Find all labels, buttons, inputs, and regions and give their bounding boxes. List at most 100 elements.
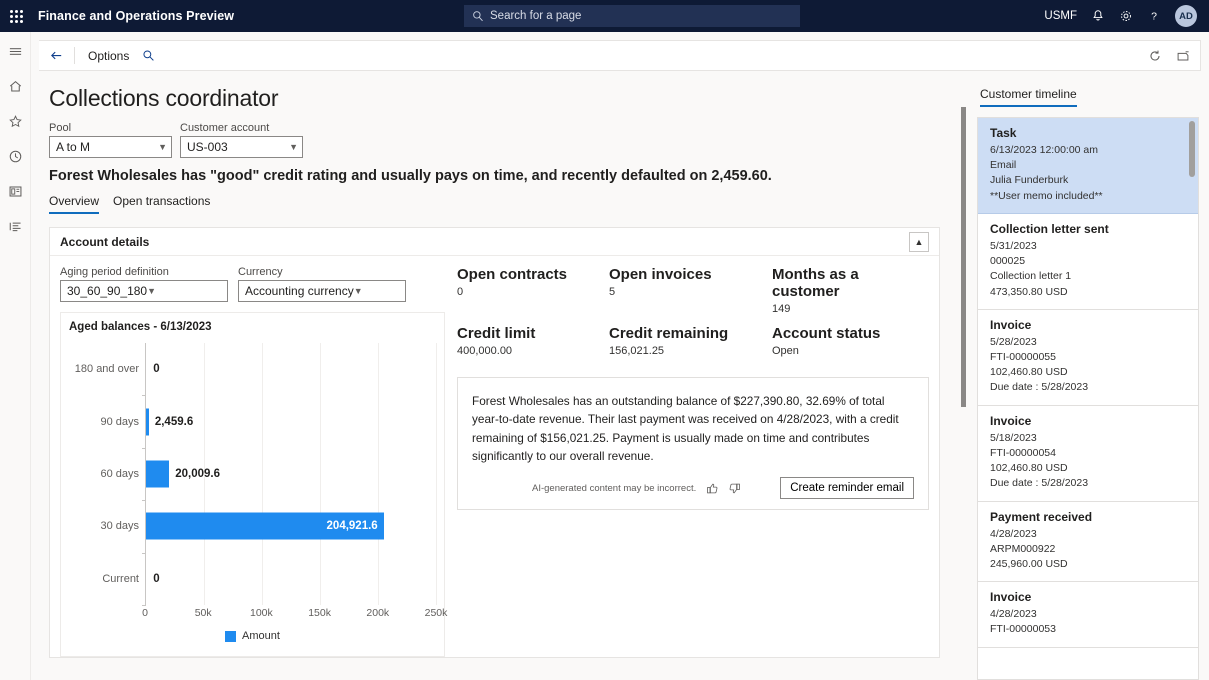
modules-icon[interactable] [4,215,26,237]
svg-text:?: ? [1151,11,1157,23]
thumbs-down-icon[interactable] [728,482,741,495]
search-icon[interactable] [142,49,155,62]
search-input[interactable]: Search for a page [464,5,800,27]
kpi-months-as-customer: Months as a customer 149 [772,266,929,315]
tab-open-transactions[interactable]: Open transactions [113,194,210,214]
company-label[interactable]: USMF [1044,10,1077,22]
chart-value-label: 0 [153,573,159,585]
kpi-label: Open invoices [609,266,772,283]
chart-x-tick: 50k [195,607,212,619]
main-area: Collections coordinator Pool A to M ▼ Cu… [49,71,958,680]
ai-summary-actions: AI-generated content may be incorrect. [472,477,914,499]
avatar[interactable]: AD [1175,5,1197,27]
ai-summary-text: Forest Wholesales has an outstanding bal… [472,392,914,465]
pool-select[interactable]: A to M ▼ [49,136,172,158]
timeline-item-line: FTI-00000055 [990,350,1188,365]
customer-summary-headline: Forest Wholesales has "good" credit rati… [49,168,950,184]
chart-gridline [436,343,437,605]
timeline-item-line: 102,460.80 USD [990,461,1188,476]
page-filters: Pool A to M ▼ Customer account US-003 ▼ [49,122,950,158]
chart-category-label: 30 days [100,520,139,532]
timeline-item[interactable]: Payment received4/28/2023ARPM000922245,9… [978,502,1198,583]
thumbs-up-icon[interactable] [706,482,719,495]
chevron-down-icon: ▼ [354,286,363,296]
timeline-list: Task6/13/2023 12:00:00 amEmailJulia Fund… [977,117,1199,680]
options-button[interactable]: Options [85,47,132,65]
account-details-card: Account details ▲ Aging period definitio… [49,227,940,658]
timeline-item[interactable]: Invoice5/18/2023FTI-00000054102,460.80 U… [978,406,1198,502]
timeline-item-title: Invoice [990,414,1188,428]
aging-period-field: Aging period definition 30_60_90_180 ▼ [60,266,228,302]
timeline-item[interactable]: Invoice5/28/2023FTI-00000055102,460.80 U… [978,310,1198,406]
kpi-label: Open contracts [457,266,609,283]
timeline-item-line: Julia Funderburk [990,173,1188,188]
currency-label: Currency [238,266,406,278]
currency-select[interactable]: Accounting currency ▼ [238,280,406,302]
gear-icon[interactable] [1119,9,1133,23]
kpi-label: Credit limit [457,325,609,342]
legend-swatch-amount [225,631,236,642]
scrollbar-thumb[interactable] [1189,121,1195,177]
aging-period-label: Aging period definition [60,266,228,278]
chart-gridline [262,343,263,605]
page-body: Collections coordinator Pool A to M ▼ Cu… [31,71,1209,680]
chart-y-tick [142,500,146,501]
timeline-item-title: Task [990,126,1188,140]
timeline-item-line: Collection letter 1 [990,269,1188,284]
timeline-item-line: 5/18/2023 [990,431,1188,446]
chevron-down-icon: ▼ [289,142,298,152]
chart-y-tick [142,395,146,396]
aging-period-select[interactable]: 30_60_90_180 ▼ [60,280,228,302]
chart-y-tick [142,553,146,554]
timeline-item[interactable]: Invoice4/28/2023FTI-00000053 [978,582,1198,647]
workspaces-icon[interactable] [4,180,26,202]
app-title: Finance and Operations Preview [38,9,234,23]
chart-bar[interactable] [146,461,169,488]
home-icon[interactable] [4,75,26,97]
timeline-item[interactable]: Task6/13/2023 12:00:00 amEmailJulia Fund… [978,118,1198,214]
ai-feedback [706,482,741,495]
bell-icon[interactable] [1091,9,1105,23]
refresh-icon[interactable] [1148,49,1162,63]
chevron-up-icon[interactable]: ▲ [909,232,929,252]
tab-customer-timeline[interactable]: Customer timeline [980,87,1077,107]
chart-gridline [378,343,379,605]
back-arrow-icon[interactable] [49,48,64,63]
customer-timeline-panel: Customer timeline Task6/13/2023 12:00:00… [969,71,1209,680]
waffle-grid-icon[interactable] [0,0,32,32]
main-area-scrollbar[interactable] [958,71,969,680]
customer-account-select[interactable]: US-003 ▼ [180,136,303,158]
chevron-down-icon: ▼ [158,142,167,152]
chart-bar[interactable] [146,408,149,435]
clock-icon[interactable] [4,145,26,167]
legend-label-amount: Amount [242,630,280,642]
chevron-down-icon: ▼ [147,286,156,296]
timeline-item-line: 102,460.80 USD [990,365,1188,380]
pool-filter: Pool A to M ▼ [49,122,172,158]
timeline-item-line: **User memo included** [990,189,1188,204]
ai-summary-card: Forest Wholesales has an outstanding bal… [457,377,929,510]
kpi-value: 5 [609,286,772,298]
command-bar-right [1148,49,1190,63]
tab-overview[interactable]: Overview [49,194,99,214]
account-details-body: Aging period definition 30_60_90_180 ▼ C… [50,256,939,657]
hamburger-icon[interactable] [4,40,26,62]
scrollbar-thumb[interactable] [961,107,966,407]
search-placeholder: Search for a page [490,10,581,22]
chart-x-axis: 050k100k150k200k250k [145,605,436,623]
timeline-item-line: 473,350.80 USD [990,285,1188,300]
create-reminder-email-button[interactable]: Create reminder email [780,477,914,499]
kpi-label: Account status [772,325,929,342]
content-region: Options Collections coordinator [31,32,1209,680]
chart-value-label: 204,921.6 [327,520,378,532]
timeline-scrollbar[interactable] [1189,121,1195,676]
timeline-item[interactable]: Collection letter sent5/31/2023000025Col… [978,214,1198,310]
app-shell: Options Collections coordinator [0,32,1209,680]
chart-legend: Amount [69,630,436,642]
question-icon[interactable]: ? [1147,9,1161,23]
chart-x-tick: 200k [366,607,389,619]
star-icon[interactable] [4,110,26,132]
chart-category-label: 60 days [100,468,139,480]
navigation-rail [0,32,31,680]
attach-icon[interactable] [1176,49,1190,63]
